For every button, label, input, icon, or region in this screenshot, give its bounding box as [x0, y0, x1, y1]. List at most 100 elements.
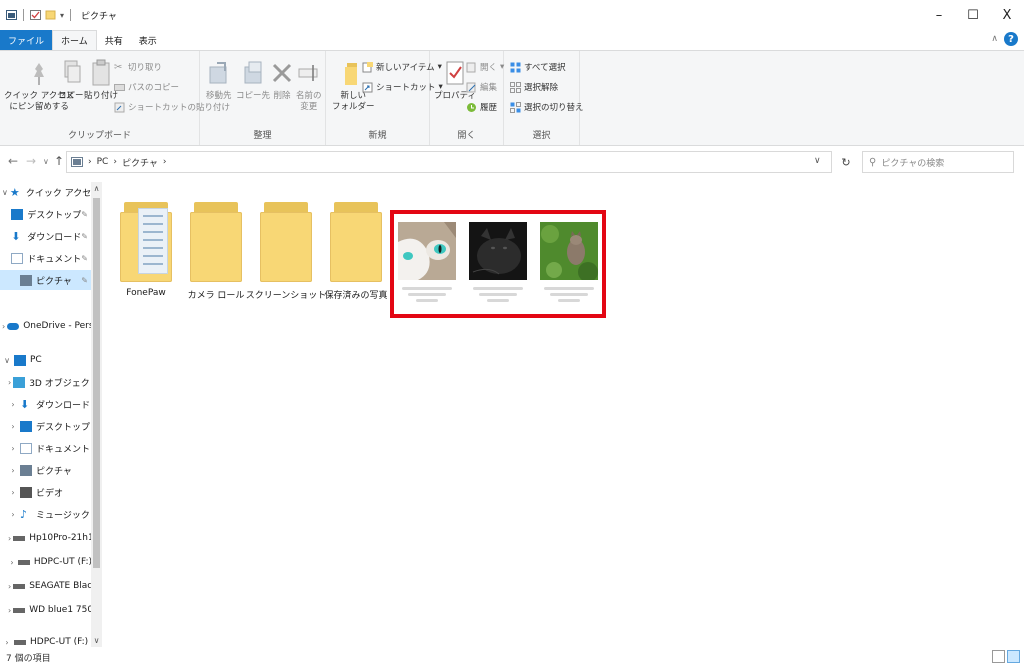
- nav-item[interactable]: › SEAGATE Black 1: [0, 576, 102, 596]
- nav-item[interactable]: › WD blue1 750gb: [0, 600, 102, 620]
- desktop-icon: [11, 208, 24, 220]
- expand-chevron-icon[interactable]: ›: [8, 582, 11, 591]
- up-arrow-icon[interactable]: ↑: [54, 154, 64, 168]
- tab-share[interactable]: 共有: [97, 30, 131, 50]
- minimize-button[interactable]: –: [922, 0, 956, 30]
- copy-to-button[interactable]: コピー先: [236, 59, 270, 102]
- new-item-label: 新しいアイテム: [376, 63, 435, 73]
- nav-item-label: ドキュメント: [27, 254, 82, 265]
- nav-item[interactable]: › HDPC-UT (F:): [0, 552, 92, 572]
- close-button[interactable]: X: [990, 0, 1024, 30]
- copy-button[interactable]: コピー: [58, 59, 84, 102]
- cat-photo-thumbnail: [398, 222, 456, 280]
- search-icon: ⚲: [869, 156, 877, 168]
- open-button[interactable]: 開く ▾: [466, 61, 504, 73]
- expand-chevron-icon[interactable]: ›: [8, 422, 18, 431]
- large-icons-view-icon[interactable]: [1007, 650, 1020, 663]
- scroll-up-icon[interactable]: ∧: [91, 184, 102, 193]
- folder-item[interactable]: スクリーンショット: [246, 196, 326, 301]
- nav-item[interactable]: ⬇ ダウンロード ✎: [0, 226, 92, 246]
- expand-chevron-icon[interactable]: ›: [8, 606, 11, 615]
- help-icon[interactable]: ?: [1004, 32, 1018, 46]
- new-folder-quick-icon[interactable]: [45, 10, 56, 20]
- search-box[interactable]: ⚲ ピクチャの検索: [862, 151, 1014, 173]
- invert-selection-icon: [510, 101, 521, 113]
- maximize-button[interactable]: ☐: [956, 0, 990, 30]
- move-to-button[interactable]: 移動先: [206, 59, 232, 102]
- view-switcher: [992, 650, 1020, 663]
- status-bar: 7 個の項目: [0, 647, 1024, 667]
- edit-button[interactable]: 編集: [466, 81, 497, 93]
- nav-item[interactable]: › ピクチャ: [0, 460, 92, 480]
- collapse-ribbon-icon[interactable]: ∧: [991, 34, 998, 44]
- expand-chevron-icon[interactable]: ›: [8, 444, 18, 453]
- nav-item[interactable]: › ビデオ: [0, 482, 92, 502]
- properties-check-icon[interactable]: [30, 10, 41, 20]
- expand-chevron-icon[interactable]: ›: [8, 466, 18, 475]
- expand-chevron-icon[interactable]: ›: [8, 400, 18, 409]
- shortcut-label: ショートカット: [376, 83, 436, 93]
- address-dropdown-chevron-icon[interactable]: ∨: [814, 156, 821, 166]
- tab-view[interactable]: 表示: [131, 30, 165, 50]
- details-view-icon[interactable]: [992, 650, 1005, 663]
- nav-item[interactable]: デスクトップ ✎: [0, 204, 92, 224]
- folder-item[interactable]: カメラ ロール: [182, 196, 250, 301]
- nav-item-label: クイック アクセス: [25, 188, 101, 199]
- delete-button[interactable]: 削除: [270, 59, 294, 102]
- copy-path-button[interactable]: パスのコピー: [114, 81, 179, 93]
- back-arrow-icon[interactable]: ←: [8, 154, 18, 168]
- nav-item[interactable]: › ♪ ミュージック: [0, 504, 92, 524]
- expand-chevron-icon[interactable]: ›: [8, 488, 18, 497]
- expand-chevron-icon[interactable]: ›: [8, 534, 11, 543]
- nav-item[interactable]: ドキュメント ✎: [0, 248, 92, 268]
- select-none-button[interactable]: 選択解除: [510, 81, 558, 93]
- scroll-down-icon[interactable]: ∨: [91, 636, 102, 645]
- breadcrumb-pictures[interactable]: ピクチャ: [122, 156, 158, 169]
- copy-icon: [64, 60, 81, 83]
- open-icon: [466, 62, 476, 72]
- expand-chevron-icon[interactable]: ›: [2, 638, 12, 647]
- folder-item[interactable]: 保存済みの写真: [322, 196, 390, 301]
- folder-item[interactable]: FonePaw: [112, 196, 180, 298]
- expand-chevron-icon[interactable]: ›: [8, 558, 16, 567]
- folder-name: FonePaw: [126, 288, 166, 298]
- forward-arrow-icon[interactable]: →: [26, 154, 36, 168]
- expand-chevron-icon[interactable]: ›: [8, 510, 18, 519]
- shortcut-icon: [362, 82, 373, 92]
- window-title: ピクチャ: [81, 11, 117, 22]
- paste-button[interactable]: 貼り付け: [84, 59, 118, 102]
- customize-toolbar-icon[interactable]: ▾: [60, 11, 64, 20]
- nav-item[interactable]: ピクチャ ✎: [0, 270, 92, 290]
- nav-item[interactable]: › HDPC-UT (F:): [0, 632, 92, 647]
- nav-item[interactable]: › 3D オブジェクト: [0, 372, 99, 392]
- nav-item[interactable]: ∨ PC: [0, 350, 92, 370]
- expand-chevron-icon[interactable]: ›: [8, 378, 11, 387]
- drive-icon: [13, 583, 26, 589]
- navigation-pane-scrollbar[interactable]: ∧ ∨: [91, 182, 102, 647]
- delete-x-icon: [272, 63, 292, 83]
- nav-item[interactable]: › Hp10Pro-21h1-jp: [0, 528, 102, 548]
- cat-photo-thumbnail: [540, 222, 598, 280]
- rename-button[interactable]: 名前の 変更: [296, 59, 322, 113]
- scrollbar-thumb[interactable]: [93, 198, 100, 568]
- select-all-button[interactable]: すべて選択: [510, 61, 566, 73]
- nav-item[interactable]: › ⬇ ダウンロード: [0, 394, 92, 414]
- expand-chevron-icon[interactable]: ›: [2, 322, 5, 331]
- toolbar-divider: [23, 9, 24, 21]
- expand-chevron-icon[interactable]: ∨: [2, 356, 12, 365]
- tab-file[interactable]: ファイル: [0, 30, 53, 50]
- address-bar[interactable]: › PC › ピクチャ ›: [66, 151, 832, 173]
- nav-item[interactable]: › デスクトップ: [0, 416, 92, 436]
- nav-item[interactable]: › OneDrive - Person: [0, 316, 102, 336]
- cut-button[interactable]: ✂ 切り取り: [114, 61, 162, 74]
- refresh-icon[interactable]: ↻: [836, 151, 856, 173]
- history-button[interactable]: 履歴: [466, 101, 497, 113]
- invert-selection-button[interactable]: 選択の切り替え: [510, 101, 584, 113]
- expand-chevron-icon[interactable]: ∨: [2, 188, 8, 197]
- window-controls: – ☐ X: [922, 0, 1024, 30]
- tab-home[interactable]: ホーム: [52, 29, 97, 51]
- breadcrumb-pc[interactable]: PC: [97, 157, 109, 167]
- nav-item[interactable]: ∨ ★ クイック アクセス: [0, 182, 100, 202]
- nav-item[interactable]: › ドキュメント: [0, 438, 92, 458]
- recent-locations-chevron-icon[interactable]: ∨: [43, 157, 49, 166]
